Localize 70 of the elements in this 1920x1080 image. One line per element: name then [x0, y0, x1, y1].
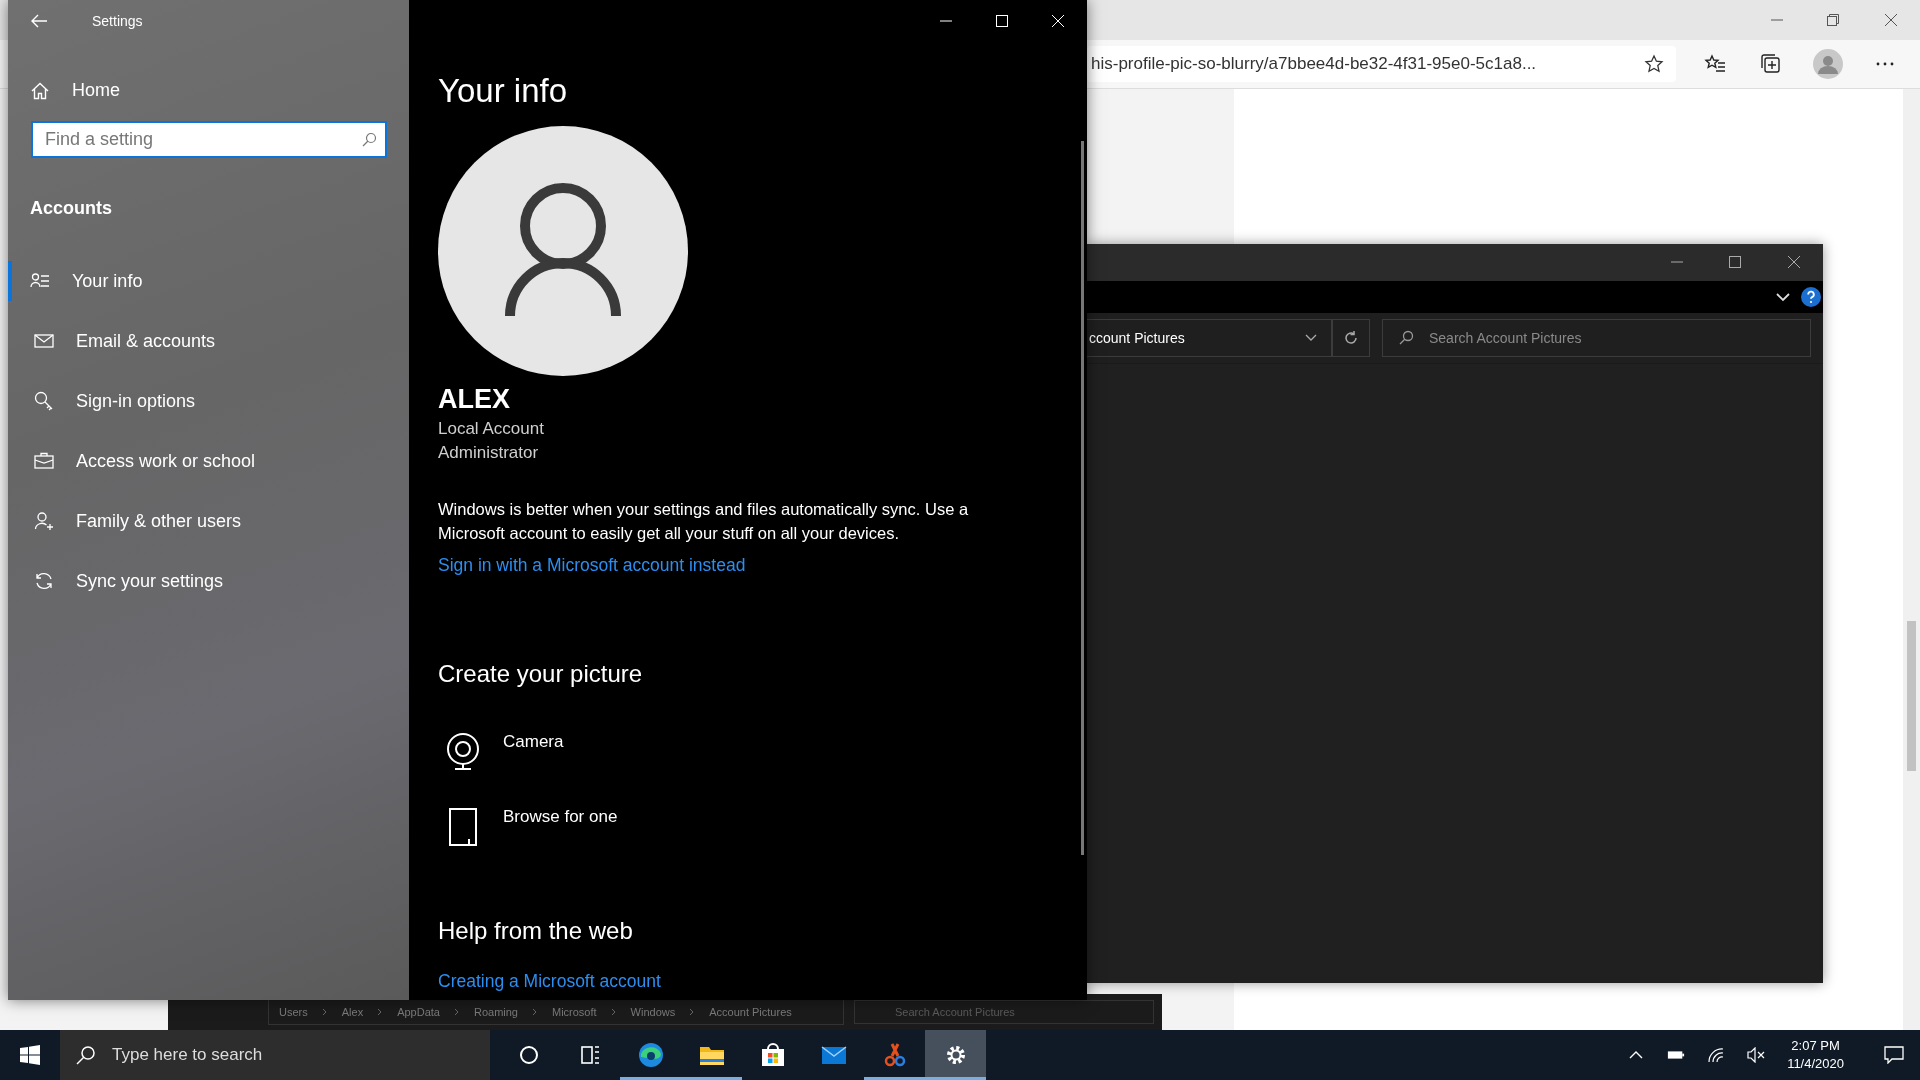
breadcrumb-item[interactable]: Alex [341, 1006, 364, 1018]
breadcrumb-item[interactable]: Windows [630, 1006, 676, 1018]
nav-item[interactable]: Sync your settings [8, 561, 409, 601]
chevron-icon [689, 1008, 696, 1016]
help-icon[interactable] [1801, 287, 1821, 307]
nav-item[interactable]: Sign-in options [8, 381, 409, 421]
home-icon [30, 80, 50, 101]
nav-item[interactable]: Email & accounts [8, 321, 409, 361]
briefcase-icon [34, 451, 54, 471]
nav-item[interactable]: Family & other users [8, 501, 409, 541]
chevron-icon [610, 1008, 617, 1016]
window-title: Settings [92, 13, 143, 29]
taskbar-app[interactable] [925, 1030, 986, 1080]
address-bar[interactable]: his-profile-pic-so-blurry/a7bbee4d-be32-4f31-95e0-5c1a8... [1087, 46, 1676, 82]
section-heading: Accounts [30, 198, 112, 219]
help-link[interactable]: Creating a Microsoft account [438, 971, 661, 992]
refresh-icon [1343, 330, 1359, 346]
location-dropdown[interactable]: ccount Pictures [1087, 319, 1332, 357]
picture-option[interactable]: Browse for one [438, 807, 618, 847]
section-heading: Help from the web [438, 917, 633, 945]
account-type: Local Account [438, 419, 544, 439]
search-field[interactable]: Search Account Pictures [1382, 319, 1811, 357]
chevron-icon [453, 1008, 460, 1016]
url-text: his-profile-pic-so-blurry/a7bbee4d-be32-4f31-95e0-5c1a8... [1091, 54, 1537, 74]
section-heading: Create your picture [438, 660, 643, 688]
chevron-icon [532, 1008, 538, 1016]
search-icon [76, 1045, 96, 1065]
search-icon [1398, 330, 1414, 346]
search-field[interactable]: Search Account Pictures [854, 1000, 1154, 1024]
windows-logo-icon[interactable] [20, 1045, 40, 1065]
picture-option[interactable]: Camera [438, 732, 564, 772]
scrollbar[interactable] [1903, 89, 1920, 1030]
star-icon[interactable] [1644, 54, 1664, 74]
breadcrumb-item[interactable]: Roaming [473, 1006, 518, 1018]
close-icon[interactable] [1884, 13, 1898, 27]
account-role: Administrator [438, 443, 539, 463]
nav-item[interactable]: Access work or school [8, 441, 409, 481]
breadcrumb-item[interactable]: Microsoft [552, 1006, 597, 1018]
clock[interactable]: 2:07 PM 11/4/2020 [1787, 1037, 1844, 1073]
close-icon[interactable] [1787, 255, 1801, 269]
sign-in-link[interactable]: Sign in with a Microsoft account instead [438, 555, 746, 576]
search-field[interactable]: Find a setting [31, 121, 387, 158]
restore-icon[interactable] [1826, 13, 1840, 27]
key-icon [34, 391, 54, 411]
envelope-icon [34, 331, 54, 351]
back-arrow-icon[interactable] [30, 13, 48, 29]
search-field[interactable]: Type here to search [60, 1030, 490, 1080]
notification-icon[interactable] [1884, 1046, 1904, 1064]
sync-icon [34, 571, 54, 591]
chevron-icon [1305, 334, 1317, 342]
maximize-icon[interactable] [1728, 255, 1742, 269]
volume-muted-icon[interactable] [1747, 1047, 1766, 1063]
collections-icon[interactable] [1760, 54, 1782, 74]
refresh-button[interactable] [1332, 319, 1370, 357]
breadcrumb-item[interactable]: Users [279, 1006, 308, 1018]
breadcrumb-item[interactable]: Account Pictures [709, 1006, 792, 1018]
user-name: ALEX [438, 384, 510, 415]
chevron-icon [377, 1008, 384, 1016]
avatar-icon [438, 126, 688, 376]
page-title: Your info [438, 72, 568, 110]
network-icon[interactable] [1707, 1047, 1726, 1063]
description-text: Windows is better when your settings and files automatically sync. Use a Microsoft account to easily get all your stuff on all your devices. [438, 499, 970, 544]
breadcrumb-item[interactable]: AppData [397, 1006, 440, 1018]
favorites-icon[interactable] [1704, 54, 1726, 74]
home-link[interactable]: Home [30, 80, 120, 101]
search-icon [361, 131, 377, 148]
chevron-icon[interactable] [1776, 292, 1790, 302]
chevron-icon [321, 1008, 328, 1016]
profile-icon[interactable] [1813, 49, 1843, 79]
person-add-icon [34, 511, 54, 531]
